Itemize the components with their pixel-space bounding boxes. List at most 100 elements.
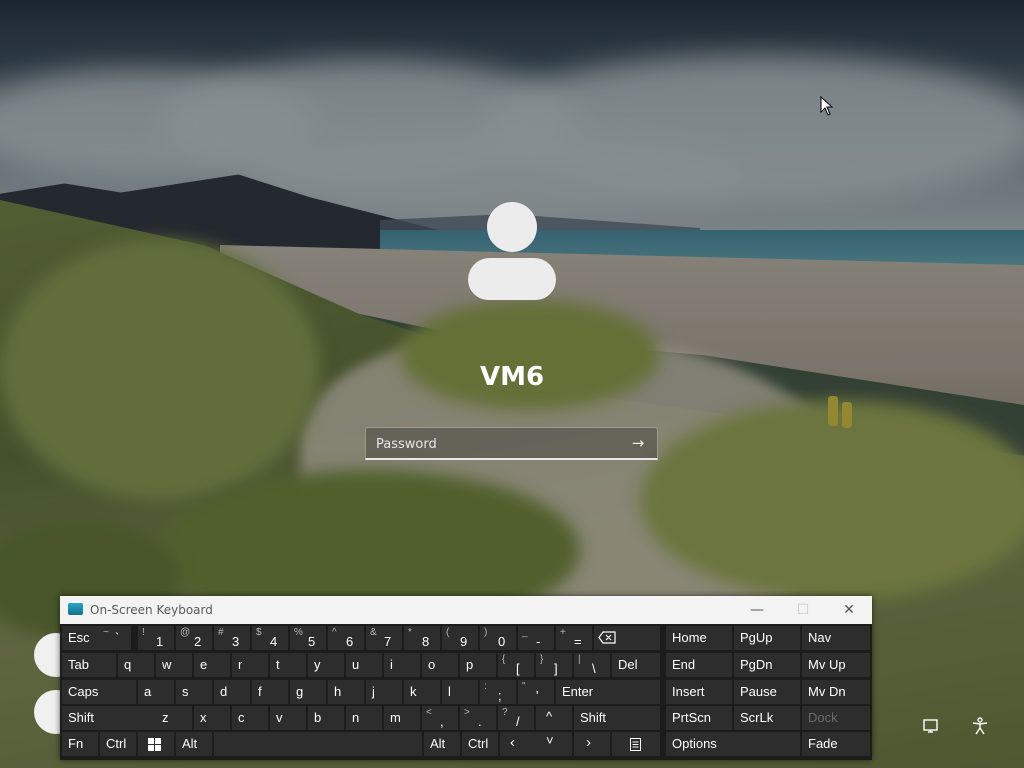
key-tab[interactable]: Tab <box>62 653 116 677</box>
key-prtscn[interactable]: PrtScn <box>666 706 732 730</box>
key-del[interactable]: Del <box>612 653 660 677</box>
key-right[interactable]: › <box>574 732 610 756</box>
key-x[interactable]: x <box>194 706 230 730</box>
chevron-up-icon: ^ <box>546 709 553 724</box>
key-b[interactable]: b <box>308 706 344 730</box>
windows-icon <box>148 738 161 751</box>
backspace-icon <box>598 631 616 644</box>
minimize-icon[interactable]: — <box>742 600 772 620</box>
network-icon[interactable] <box>920 716 942 738</box>
key-j[interactable]: j <box>366 680 402 704</box>
key-up[interactable]: ^ <box>536 706 572 730</box>
osk-title: On-Screen Keyboard <box>90 603 213 617</box>
key-7[interactable]: & 7 <box>366 626 402 650</box>
key-6[interactable]: ^ 6 <box>328 626 364 650</box>
password-field[interactable]: → <box>365 427 658 461</box>
key-alt-right[interactable]: Alt <box>424 732 460 756</box>
key-tilde[interactable]: ~ ` <box>99 626 131 650</box>
key-left[interactable]: ‹ <box>500 732 536 756</box>
key-nav[interactable]: Nav <box>802 626 870 650</box>
key-fn[interactable]: Fn <box>62 732 98 756</box>
key-mv-up[interactable]: Mv Up <box>802 653 870 677</box>
key-pgup[interactable]: PgUp <box>734 626 800 650</box>
key-r[interactable]: r <box>232 653 268 677</box>
key-3[interactable]: #3 <box>214 626 250 650</box>
key-right-bracket[interactable]: }] <box>536 653 572 677</box>
key-mv-dn[interactable]: Mv Dn <box>802 680 870 704</box>
key-4[interactable]: $4 <box>252 626 288 650</box>
user-avatar <box>458 196 568 306</box>
arrow-right-icon[interactable]: → <box>627 433 649 453</box>
key-left-bracket[interactable]: {[ <box>498 653 534 677</box>
password-input[interactable] <box>374 428 618 461</box>
key-o[interactable]: o <box>422 653 458 677</box>
key-h[interactable]: h <box>328 680 364 704</box>
key-1[interactable]: ! 1 <box>138 626 174 650</box>
key-comma[interactable]: <, <box>422 706 458 730</box>
key-end[interactable]: End <box>666 653 732 677</box>
on-screen-keyboard: On-Screen Keyboard — ☐ ✕ Esc ~ ` ! 1 @2 #3… <box>60 596 872 760</box>
key-period[interactable]: >. <box>460 706 496 730</box>
key-p[interactable]: p <box>460 653 496 677</box>
key-y[interactable]: y <box>308 653 344 677</box>
network-icon-graphic <box>923 719 938 733</box>
key-i[interactable]: i <box>384 653 420 677</box>
key-2[interactable]: @2 <box>176 626 212 650</box>
key-z[interactable]: z <box>156 706 192 730</box>
close-icon[interactable]: ✕ <box>834 600 864 620</box>
key-f[interactable]: f <box>252 680 288 704</box>
key-menu[interactable] <box>612 732 660 756</box>
key-insert[interactable]: Insert <box>666 680 732 704</box>
accessibility-icon[interactable] <box>969 716 991 738</box>
key-a[interactable]: a <box>138 680 174 704</box>
osk-titlebar[interactable]: On-Screen Keyboard — ☐ ✕ <box>60 596 872 624</box>
key-quote[interactable]: " ' <box>518 680 554 704</box>
key-equals[interactable]: + = <box>556 626 592 650</box>
key-g[interactable]: g <box>290 680 326 704</box>
key-scrlk[interactable]: ScrLk <box>734 706 800 730</box>
key-ctrl-right[interactable]: Ctrl <box>462 732 498 756</box>
key-q[interactable]: q <box>118 653 154 677</box>
key-ctrl-left[interactable]: Ctrl <box>100 732 136 756</box>
username: VM6 <box>479 362 545 392</box>
key-windows[interactable] <box>138 732 174 756</box>
maximize-icon: ☐ <box>796 602 810 618</box>
key-enter[interactable]: Enter <box>556 680 660 704</box>
key-caps[interactable]: Caps <box>62 680 136 704</box>
key-s[interactable]: s <box>176 680 212 704</box>
key-5[interactable]: % 5 <box>290 626 326 650</box>
avatar-head <box>487 202 537 252</box>
key-d[interactable]: d <box>214 680 250 704</box>
key-semicolon[interactable]: :; <box>480 680 516 704</box>
key-w[interactable]: w <box>156 653 192 677</box>
key-t[interactable]: t <box>270 653 306 677</box>
key-pause[interactable]: Pause <box>734 680 800 704</box>
key-alt-left[interactable]: Alt <box>176 732 212 756</box>
key-v[interactable]: v <box>270 706 306 730</box>
key-fade[interactable]: Fade <box>802 732 870 756</box>
key-c[interactable]: c <box>232 706 268 730</box>
chevron-right-icon: › <box>586 734 591 751</box>
key-shift-left[interactable]: Shift <box>62 706 156 730</box>
key-n[interactable]: n <box>346 706 382 730</box>
key-down[interactable]: ˅ <box>536 732 572 756</box>
key-u[interactable]: u <box>346 653 382 677</box>
key-backspace[interactable] <box>594 626 660 650</box>
key-space[interactable] <box>214 732 422 756</box>
key-home[interactable]: Home <box>666 626 732 650</box>
key-k[interactable]: k <box>404 680 440 704</box>
key-slash[interactable]: ? / <box>498 706 534 730</box>
key-options[interactable]: Options <box>666 732 800 756</box>
key-m[interactable]: m <box>384 706 420 730</box>
key-minus[interactable]: _ - <box>518 626 554 650</box>
key-backslash[interactable]: | \ <box>574 653 610 677</box>
key-e[interactable]: e <box>194 653 230 677</box>
key-shift-right[interactable]: Shift <box>574 706 660 730</box>
key-l[interactable]: l <box>442 680 478 704</box>
key-pgdn[interactable]: PgDn <box>734 653 800 677</box>
key-9[interactable]: (9 <box>442 626 478 650</box>
menu-icon <box>630 738 641 751</box>
key-8[interactable]: * 8 <box>404 626 440 650</box>
chevron-left-icon: ‹ <box>510 734 515 751</box>
key-0[interactable]: ) 0 <box>480 626 516 650</box>
